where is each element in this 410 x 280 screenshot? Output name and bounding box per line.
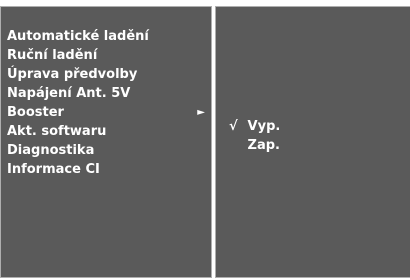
- menu-item-booster[interactable]: Booster ►: [7, 103, 211, 122]
- option-off[interactable]: √ Vyp.: [229, 117, 280, 136]
- option-label: Vyp.: [247, 119, 281, 134]
- option-on[interactable]: Zap.: [229, 136, 280, 155]
- menu-item-label: Napájení Ant. 5V: [7, 86, 131, 101]
- submenu-panel: √ Vyp. Zap.: [215, 6, 410, 278]
- menu-item-programme-edit[interactable]: Úprava předvolby: [7, 65, 211, 84]
- submenu-arrow-icon: ►: [197, 107, 205, 118]
- menu-item-antenna-power[interactable]: Napájení Ant. 5V: [7, 84, 211, 103]
- option-label: Zap.: [247, 138, 280, 153]
- menu-item-label: Informace CI: [7, 162, 100, 177]
- menu-item-label: Úprava předvolby: [7, 67, 138, 82]
- menu-item-manual-tuning[interactable]: Ruční ladění: [7, 46, 211, 65]
- main-menu-list: Automatické ladění Ruční ladění Úprava p…: [7, 27, 211, 179]
- checkmark-icon: √: [229, 119, 238, 134]
- menu-item-label: Diagnostika: [7, 143, 95, 158]
- menu-item-software-update[interactable]: Akt. softwaru: [7, 122, 211, 141]
- main-menu-panel: Automatické ladění Ruční ladění Úprava p…: [0, 6, 212, 278]
- menu-item-automatic-tuning[interactable]: Automatické ladění: [7, 27, 211, 46]
- menu-item-ci-information[interactable]: Informace CI: [7, 160, 211, 179]
- booster-options-list: √ Vyp. Zap.: [229, 117, 280, 155]
- menu-item-label: Ruční ladění: [7, 48, 98, 63]
- menu-item-label: Automatické ladění: [7, 29, 149, 44]
- menu-item-diagnostics[interactable]: Diagnostika: [7, 141, 211, 160]
- osd-screen: Automatické ladění Ruční ladění Úprava p…: [0, 0, 410, 280]
- menu-item-label: Akt. softwaru: [7, 124, 107, 139]
- menu-item-label: Booster: [7, 105, 64, 120]
